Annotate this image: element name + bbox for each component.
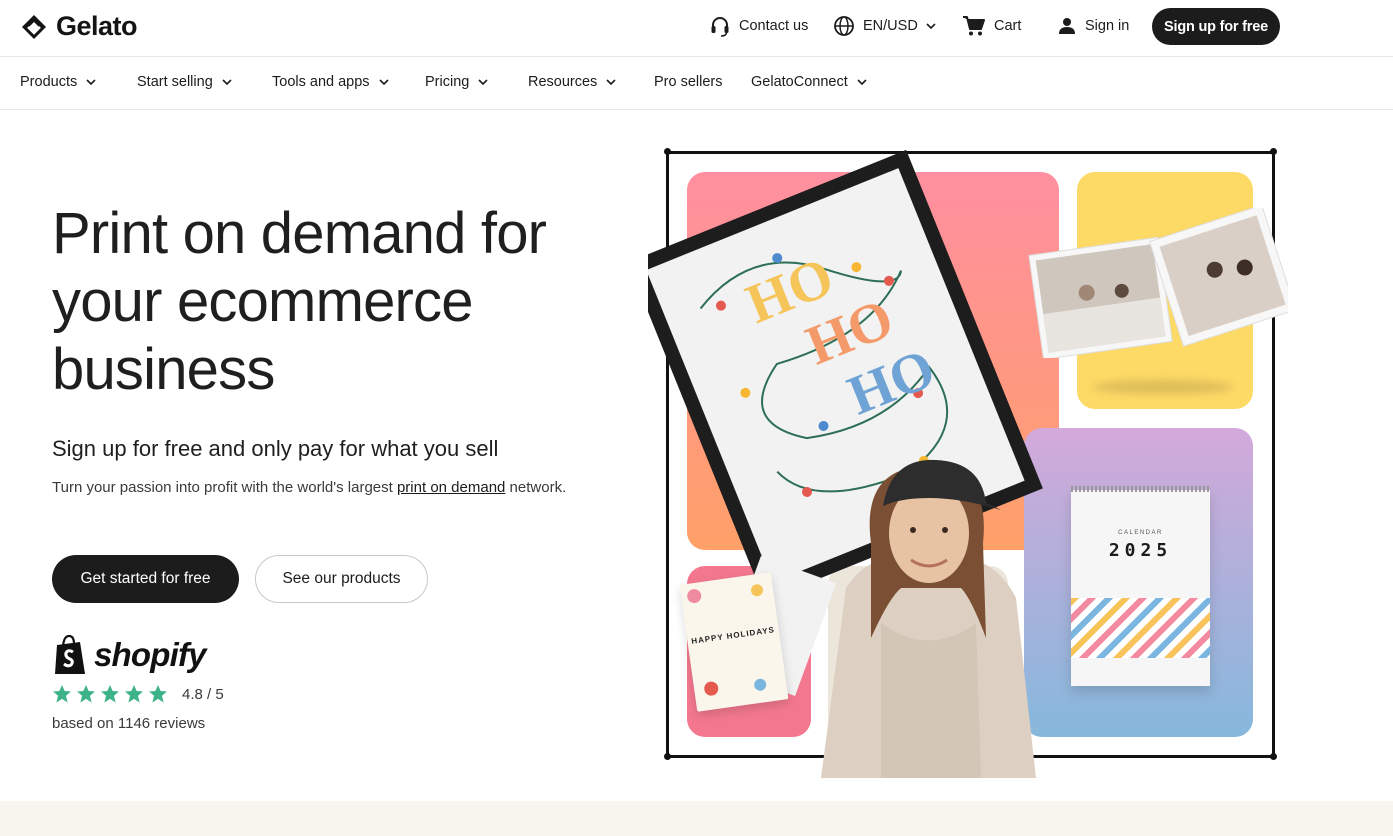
nav-item-label: Pricing xyxy=(425,74,470,90)
star-icon xyxy=(149,685,167,703)
nav-item-label: Start selling xyxy=(137,74,213,90)
hero-description: Turn your passion into profit with the w… xyxy=(52,476,572,499)
see-products-button[interactable]: See our products xyxy=(255,555,428,603)
product-collage: HO HO HO CALENDAR 2025 HAPPY HOLIDAYS xyxy=(648,130,1293,780)
star-icon xyxy=(101,685,119,703)
nav-item-resources[interactable]: Resources xyxy=(528,57,616,107)
photo-book xyxy=(1028,208,1288,358)
model-photo xyxy=(821,459,1036,778)
get-started-button[interactable]: Get started for free xyxy=(52,555,239,603)
cart-link[interactable]: Cart xyxy=(962,0,1021,52)
calendar-product: CALENDAR 2025 xyxy=(1071,486,1210,686)
shopify-bag-icon xyxy=(55,634,85,674)
nav-item-tools-and-apps[interactable]: Tools and apps xyxy=(272,57,389,107)
nav-item-label: Resources xyxy=(528,74,598,90)
headset-icon xyxy=(711,17,729,37)
cart-label: Cart xyxy=(994,18,1022,34)
calendar-label: CALENDAR xyxy=(1118,530,1163,536)
print-on-demand-link[interactable]: print on demand xyxy=(397,479,505,496)
nav-item-pro-sellers[interactable]: Pro sellers xyxy=(654,57,723,107)
nav-item-start-selling[interactable]: Start selling xyxy=(137,57,232,107)
nav-item-products[interactable]: Products xyxy=(20,57,96,107)
review-count: based on 1146 reviews xyxy=(52,715,206,732)
cart-icon xyxy=(963,16,985,36)
locale-selector[interactable]: EN/USD xyxy=(833,0,936,52)
calendar-pattern xyxy=(1071,598,1210,658)
user-icon xyxy=(1059,18,1075,34)
chevron-down-icon xyxy=(478,79,488,85)
calendar-binding xyxy=(1071,486,1210,492)
contact-label: Contact us xyxy=(739,18,809,34)
card-text: HAPPY HOLIDAYS xyxy=(690,625,776,646)
brand-name: Gelato xyxy=(56,11,138,41)
locale-label: EN/USD xyxy=(863,18,918,34)
nav-item-label: Products xyxy=(20,74,78,90)
gelato-logo[interactable]: Gelato xyxy=(20,11,138,42)
chevron-down-icon xyxy=(606,79,616,85)
chevron-down-icon xyxy=(86,79,96,85)
main-nav: Products Start selling Tools and apps Pr… xyxy=(0,57,1393,110)
star-icon xyxy=(53,685,71,703)
gelato-logo-icon xyxy=(22,14,46,39)
star-icon xyxy=(77,685,95,703)
hero-subtitle: Sign up for free and only pay for what y… xyxy=(52,436,499,461)
nav-item-label: Tools and apps xyxy=(272,74,370,90)
hero-desc-prefix: Turn your passion into profit with the w… xyxy=(52,479,397,496)
rating-value: 4.8 / 5 xyxy=(182,685,224,703)
hero-desc-suffix: network. xyxy=(505,479,567,496)
sign-in-link[interactable]: Sign in xyxy=(1057,0,1129,52)
nav-item-label: GelatoConnect xyxy=(751,74,848,90)
calendar-year: 2025 xyxy=(1108,540,1173,561)
nav-item-label: Pro sellers xyxy=(654,74,723,90)
nav-item-pricing[interactable]: Pricing xyxy=(425,57,488,107)
shopify-wordmark: shopify xyxy=(94,636,207,673)
chevron-down-icon xyxy=(926,23,936,29)
top-bar: Gelato Contact us EN/USD Cart Sign in Si… xyxy=(0,0,1393,57)
book-shadow xyxy=(1093,380,1233,394)
globe-icon xyxy=(834,16,854,36)
rating-row: 4.8 / 5 xyxy=(52,684,224,704)
sign-in-label: Sign in xyxy=(1085,18,1130,34)
star-icon xyxy=(125,685,143,703)
sign-up-button[interactable]: Sign up for free xyxy=(1152,8,1280,45)
chevron-down-icon xyxy=(222,79,232,85)
chevron-down-icon xyxy=(378,79,389,85)
nav-item-gelatoconnect[interactable]: GelatoConnect xyxy=(751,57,867,107)
hero-title: Print on demand for your ecommerce busin… xyxy=(52,201,547,402)
greeting-card: HAPPY HOLIDAYS xyxy=(679,572,789,712)
contact-link[interactable]: Contact us xyxy=(709,0,808,52)
shopify-badge[interactable]: shopify xyxy=(52,634,207,676)
next-section-strip xyxy=(0,801,1393,836)
chevron-down-icon xyxy=(857,79,867,85)
